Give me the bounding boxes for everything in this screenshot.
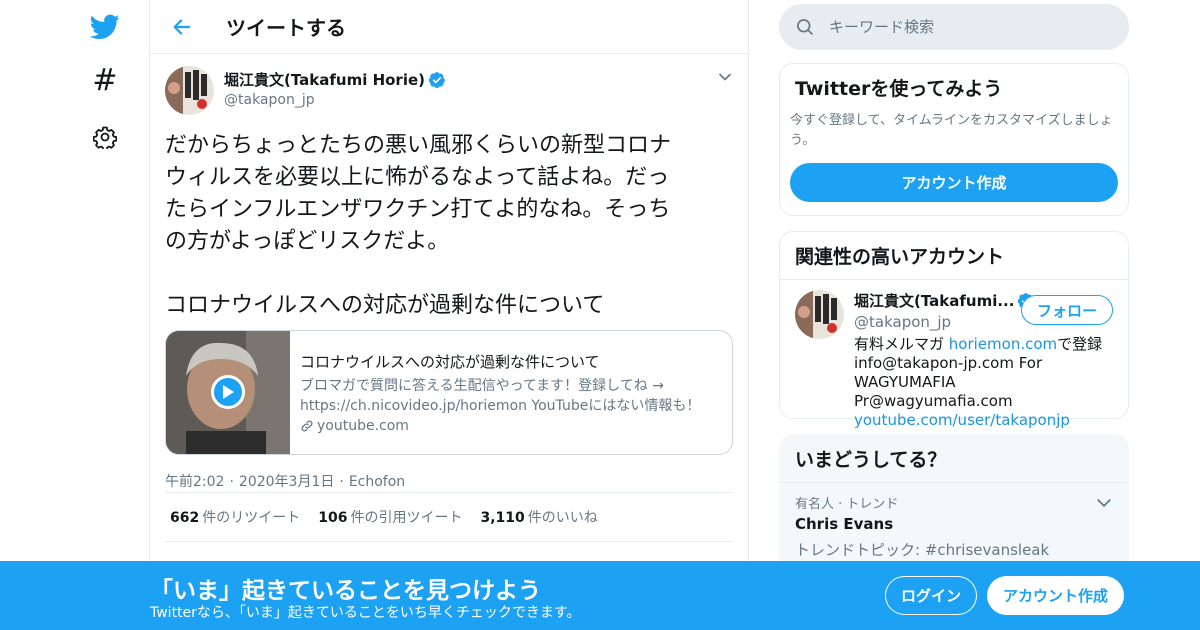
tweet-stats: 662 件のリツイート 106 件の引用ツイート 3,110 件のいいね [165, 492, 733, 542]
trends-title: いまどうしてる？ [795, 449, 947, 471]
author-name[interactable]: 堀江貴文(Takafumi Horie) [224, 69, 425, 90]
stat-number: 662 [170, 510, 200, 526]
search-bar[interactable] [779, 4, 1129, 50]
page-title: ツイートする [226, 16, 346, 40]
gear-icon[interactable] [88, 120, 122, 154]
trend-topic: トレンドトピック: #chrisevansleak [795, 541, 1050, 559]
author-handle[interactable]: @takapon_jp [224, 92, 446, 108]
card-domain-text: youtube.com [317, 418, 409, 434]
signup-button[interactable]: アカウント作成 [987, 576, 1124, 615]
quote-count[interactable]: 106 件の引用ツイート [318, 507, 462, 527]
stat-label: 件の引用ツイート [350, 510, 463, 526]
main-header: ツイートする [150, 0, 748, 54]
explore-symbol: # [92, 63, 118, 98]
related-name[interactable]: 堀江貴文(Takafumi... [854, 290, 1014, 311]
banner-subtitle: Twitterなら、「いま」起きていることをいち早くチェックできます。 [150, 605, 581, 621]
hashtag-icon[interactable]: # [88, 64, 122, 98]
bio-text: 有料メルマガ [854, 335, 949, 353]
tweet-time[interactable]: 午前2:02 [165, 474, 224, 490]
search-input[interactable] [829, 18, 1109, 36]
meta-separator: · [229, 474, 234, 490]
related-title: 関連性の高いアカウント [795, 246, 1005, 268]
signup-title: Twitterを使ってみよう [795, 78, 1003, 100]
related-account[interactable]: 堀江貴文(Takafumi... @takapon_jp 有料メルマガ hori… [780, 280, 1128, 440]
related-accounts-panel: 関連性の高いアカウント 堀江貴文(Takafumi... @takapon_jp… [779, 231, 1129, 429]
card-domain: youtube.com [300, 418, 720, 434]
search-icon [797, 19, 813, 35]
login-button[interactable]: ログイン [885, 576, 977, 615]
banner-title: 「いま」起きていることを見つけよう [150, 578, 541, 604]
card-title: コロナウイルスへの対応が過剰な件について [300, 353, 600, 371]
create-account-button[interactable]: アカウント作成 [790, 163, 1118, 202]
stat-number: 3,110 [480, 510, 525, 526]
signup-banner: 「いま」起きていることを見つけよう Twitterなら、「いま」起きていることを… [0, 561, 1200, 630]
bio-link[interactable]: youtube.com/user/takaponjp [854, 411, 1070, 429]
signup-description: 今すぐ登録して、タイムラインをカスタマイズしましょう。 [790, 113, 1113, 148]
trend-name: Chris Evans [795, 515, 894, 533]
signup-panel: Twitterを使ってみよう 今すぐ登録して、タイムラインをカスタマイズしましょ… [779, 63, 1129, 216]
back-arrow-icon[interactable] [170, 15, 194, 39]
tweet-text: だからちょっとたちの悪い風邪くらいの新型コロナ ウィルスを必要以上に怖がるなよっ… [165, 133, 672, 318]
trends-panel: いまどうしてる？ 有名人 · トレンド Chris Evans トレンドトピック… [779, 434, 1129, 574]
chevron-down-icon[interactable] [1096, 495, 1112, 511]
main-column: ツイートする 堀江貴文(Takafumi Horie) @takapon_jp … [149, 0, 749, 630]
tweet-meta: 午前2:02 · 2020年3月1日 · Echofon [165, 471, 733, 491]
card-description: ブロマガで質問に答える生配信やってます！登録してね → https://ch.n… [300, 378, 701, 414]
trend-context: 有名人 · トレンド [795, 497, 899, 512]
card-thumbnail[interactable] [166, 331, 290, 454]
twitter-bird-icon[interactable] [88, 10, 122, 44]
chevron-down-icon[interactable] [716, 68, 734, 86]
tweet-date[interactable]: 2020年3月1日 [239, 474, 334, 490]
retweet-count[interactable]: 662 件のリツイート [170, 507, 300, 527]
avatar[interactable] [795, 290, 844, 339]
link-icon [301, 420, 313, 432]
verified-badge-icon [428, 71, 446, 89]
tweet-source: Echofon [348, 474, 406, 490]
stat-label: 件のリツイート [202, 510, 301, 526]
stat-label: 件のいいね [527, 510, 598, 526]
play-icon[interactable] [211, 375, 245, 409]
meta-separator: · [339, 474, 344, 490]
trend-item[interactable]: 有名人 · トレンド Chris Evans トレンドトピック: #chrise… [780, 482, 1128, 570]
stat-number: 106 [318, 510, 348, 526]
follow-button[interactable]: フォロー [1021, 295, 1113, 325]
bio-link[interactable]: horiemon.com [949, 335, 1057, 353]
tweet: 堀江貴文(Takafumi Horie) @takapon_jp だからちょっと… [150, 54, 748, 491]
like-count[interactable]: 3,110 件のいいね [480, 507, 597, 527]
tweet-author: 堀江貴文(Takafumi Horie) @takapon_jp [165, 66, 733, 116]
related-bio: 有料メルマガ horiemon.comで登録 info@takapon-jp.c… [854, 335, 1109, 430]
avatar[interactable] [165, 66, 214, 115]
link-card[interactable]: コロナウイルスへの対応が過剰な件について ブロマガで質問に答える生配信やってます… [165, 330, 733, 455]
